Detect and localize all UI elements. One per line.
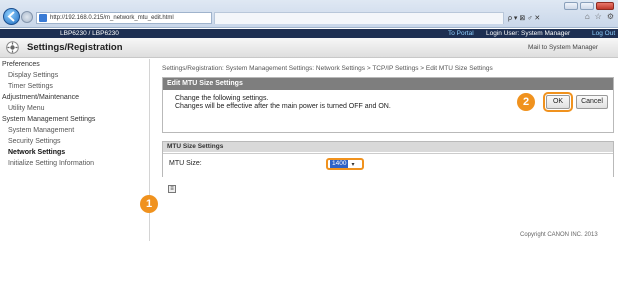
ok-button-label: OK bbox=[552, 98, 564, 105]
sidebar: Preferences Display Settings Timer Setti… bbox=[0, 59, 150, 241]
settings-icon bbox=[6, 41, 19, 54]
mtu-size-section: MTU Size Settings MTU Size: 1400 ▾ bbox=[162, 141, 614, 177]
cancel-button[interactable]: Cancel bbox=[576, 95, 608, 109]
page-top-icon[interactable]: ≡ bbox=[168, 185, 176, 193]
sidebar-item-timer-settings[interactable]: Timer Settings bbox=[8, 83, 53, 90]
back-arrow-icon bbox=[7, 11, 15, 22]
sidebar-item-system-management[interactable]: System Management bbox=[8, 127, 74, 134]
close-window-button[interactable] bbox=[596, 2, 614, 10]
step-marker-2: 2 bbox=[517, 93, 535, 111]
sidebar-item-display-settings[interactable]: Display Settings bbox=[8, 72, 58, 79]
mail-to-manager-link[interactable]: Mail to System Manager bbox=[528, 44, 598, 51]
url-text: http://192.168.0.215/m_network_mtu_edit.… bbox=[50, 15, 174, 21]
address-controls-text: ρ ▾ ⊠ ♂ ✕ bbox=[508, 15, 541, 22]
logout-link[interactable]: Log Out bbox=[592, 30, 615, 37]
address-bar[interactable]: http://192.168.0.215/m_network_mtu_edit.… bbox=[36, 12, 212, 24]
maximize-button[interactable] bbox=[580, 2, 594, 10]
gear-icon[interactable]: ⚙ bbox=[607, 12, 614, 21]
sidebar-section-adjustment: Adjustment/Maintenance bbox=[2, 94, 80, 101]
sidebar-item-network-settings[interactable]: Network Settings bbox=[8, 149, 65, 156]
cancel-button-label: Cancel bbox=[581, 98, 603, 105]
page-title: Settings/Registration bbox=[27, 42, 123, 53]
forward-button[interactable] bbox=[21, 11, 33, 23]
site-icon bbox=[39, 14, 47, 22]
copyright-text: Copyright CANON INC. 2013 bbox=[520, 232, 598, 238]
ok-button[interactable]: OK bbox=[543, 92, 573, 112]
sidebar-item-utility-menu[interactable]: Utility Menu bbox=[8, 105, 45, 112]
sidebar-item-initialize-settings[interactable]: Initialize Setting Information bbox=[8, 160, 94, 167]
sidebar-section-preferences: Preferences bbox=[2, 61, 40, 68]
step-marker-1-label: 1 bbox=[145, 198, 153, 210]
address-controls[interactable]: ρ ▾ ⊠ ♂ ✕ bbox=[508, 12, 540, 24]
sidebar-section-system: System Management Settings bbox=[2, 116, 96, 123]
step-marker-1: 1 bbox=[140, 195, 158, 213]
mtu-size-section-header: MTU Size Settings bbox=[163, 142, 613, 152]
mtu-size-row: MTU Size: 1400 ▾ bbox=[163, 153, 613, 177]
chevron-down-icon: ▾ bbox=[351, 161, 355, 168]
browser-tab[interactable] bbox=[214, 12, 504, 24]
mtu-size-value: 1400 bbox=[330, 160, 349, 168]
model-name: LBP6230 / LBP6230 bbox=[60, 30, 119, 37]
instruction-line-2: Changes will be effective after the main… bbox=[175, 103, 391, 110]
browser-chrome: http://192.168.0.215/m_network_mtu_edit.… bbox=[0, 0, 618, 28]
sidebar-item-security-settings[interactable]: Security Settings bbox=[8, 138, 61, 145]
instruction-line-1: Change the following settings. bbox=[175, 95, 269, 102]
edit-mtu-panel-header: Edit MTU Size Settings bbox=[163, 78, 613, 90]
minimize-button[interactable] bbox=[564, 2, 578, 10]
device-banner: LBP6230 / LBP6230 To Portal Login User: … bbox=[0, 29, 618, 38]
breadcrumb: Settings/Registration: System Management… bbox=[162, 65, 493, 72]
favorites-icon[interactable]: ☆ bbox=[595, 12, 602, 21]
portal-link[interactable]: To Portal bbox=[448, 30, 474, 37]
step-marker-2-label: 2 bbox=[522, 96, 530, 108]
login-user-text: Login User: System Manager bbox=[486, 30, 571, 37]
mtu-size-select[interactable]: 1400 ▾ bbox=[326, 158, 364, 170]
page-title-bar: Settings/Registration Mail to System Man… bbox=[0, 38, 618, 58]
back-button[interactable] bbox=[3, 8, 20, 25]
browser-toolbar-icons: ⌂ ☆ ⚙ bbox=[585, 12, 614, 21]
mtu-size-label: MTU Size: bbox=[169, 160, 202, 167]
main-content: Settings/Registration: System Management… bbox=[158, 59, 618, 241]
home-icon[interactable]: ⌂ bbox=[585, 12, 590, 21]
